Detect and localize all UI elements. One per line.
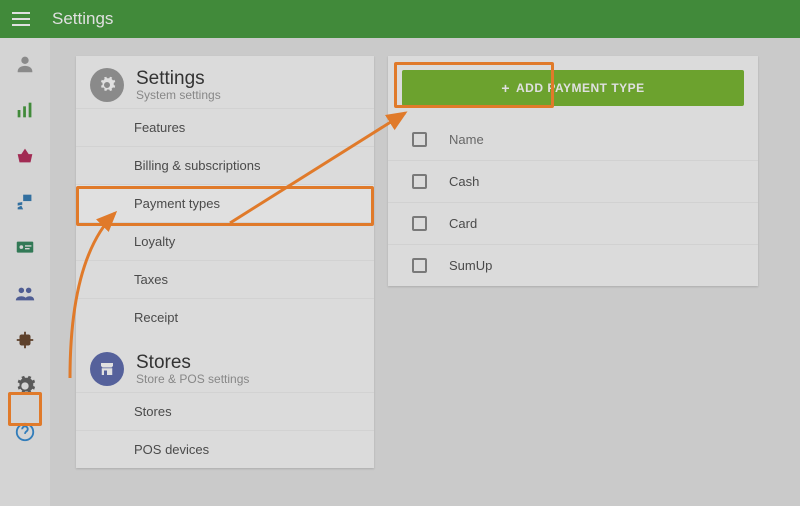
payment-row-label: Cash (449, 174, 479, 189)
payment-row-card[interactable]: Card (388, 202, 758, 244)
payment-row-label: Card (449, 216, 477, 231)
employees-icon[interactable] (13, 236, 37, 260)
stores-item-stores[interactable]: Stores (76, 392, 374, 430)
settings-item-receipt[interactable]: Receipt (76, 298, 374, 336)
payment-row-sumup[interactable]: SumUp (388, 244, 758, 286)
stores-section-subtitle: Store & POS settings (136, 372, 249, 386)
checkbox[interactable] (412, 216, 427, 231)
settings-icon[interactable] (13, 374, 37, 398)
checkbox-all[interactable] (412, 132, 427, 147)
checkbox[interactable] (412, 258, 427, 273)
plus-icon: + (501, 80, 510, 96)
menu-icon[interactable] (12, 12, 30, 26)
settings-section-subtitle: System settings (136, 88, 221, 102)
stores-section-title: Stores (136, 352, 249, 374)
checkbox[interactable] (412, 174, 427, 189)
inventory-icon[interactable] (13, 190, 37, 214)
sidebar (0, 38, 50, 506)
integrations-icon[interactable] (13, 328, 37, 352)
help-icon[interactable] (13, 420, 37, 444)
basket-icon[interactable] (13, 144, 37, 168)
payment-row-cash[interactable]: Cash (388, 160, 758, 202)
settings-item-taxes[interactable]: Taxes (76, 260, 374, 298)
page-title: Settings (52, 9, 113, 29)
payment-list-header: Name (388, 118, 758, 160)
settings-item-billing[interactable]: Billing & subscriptions (76, 146, 374, 184)
store-icon (90, 352, 124, 386)
stores-item-pos[interactable]: POS devices (76, 430, 374, 468)
add-payment-type-label: ADD PAYMENT TYPE (516, 81, 645, 95)
payment-row-label: SumUp (449, 258, 492, 273)
settings-section-title: Settings (136, 68, 221, 90)
settings-item-features[interactable]: Features (76, 108, 374, 146)
column-header-name: Name (449, 132, 484, 147)
add-payment-type-button[interactable]: + ADD PAYMENT TYPE (402, 70, 744, 106)
payment-types-panel: + ADD PAYMENT TYPE Name Cash Card SumUp (388, 56, 758, 286)
sales-icon[interactable] (13, 98, 37, 122)
gear-icon (90, 68, 124, 102)
account-icon[interactable] (13, 52, 37, 76)
settings-item-loyalty[interactable]: Loyalty (76, 222, 374, 260)
customers-icon[interactable] (13, 282, 37, 306)
settings-panel: Settings System settings Features Billin… (76, 56, 374, 468)
settings-item-payment-types[interactable]: Payment types (76, 184, 374, 222)
